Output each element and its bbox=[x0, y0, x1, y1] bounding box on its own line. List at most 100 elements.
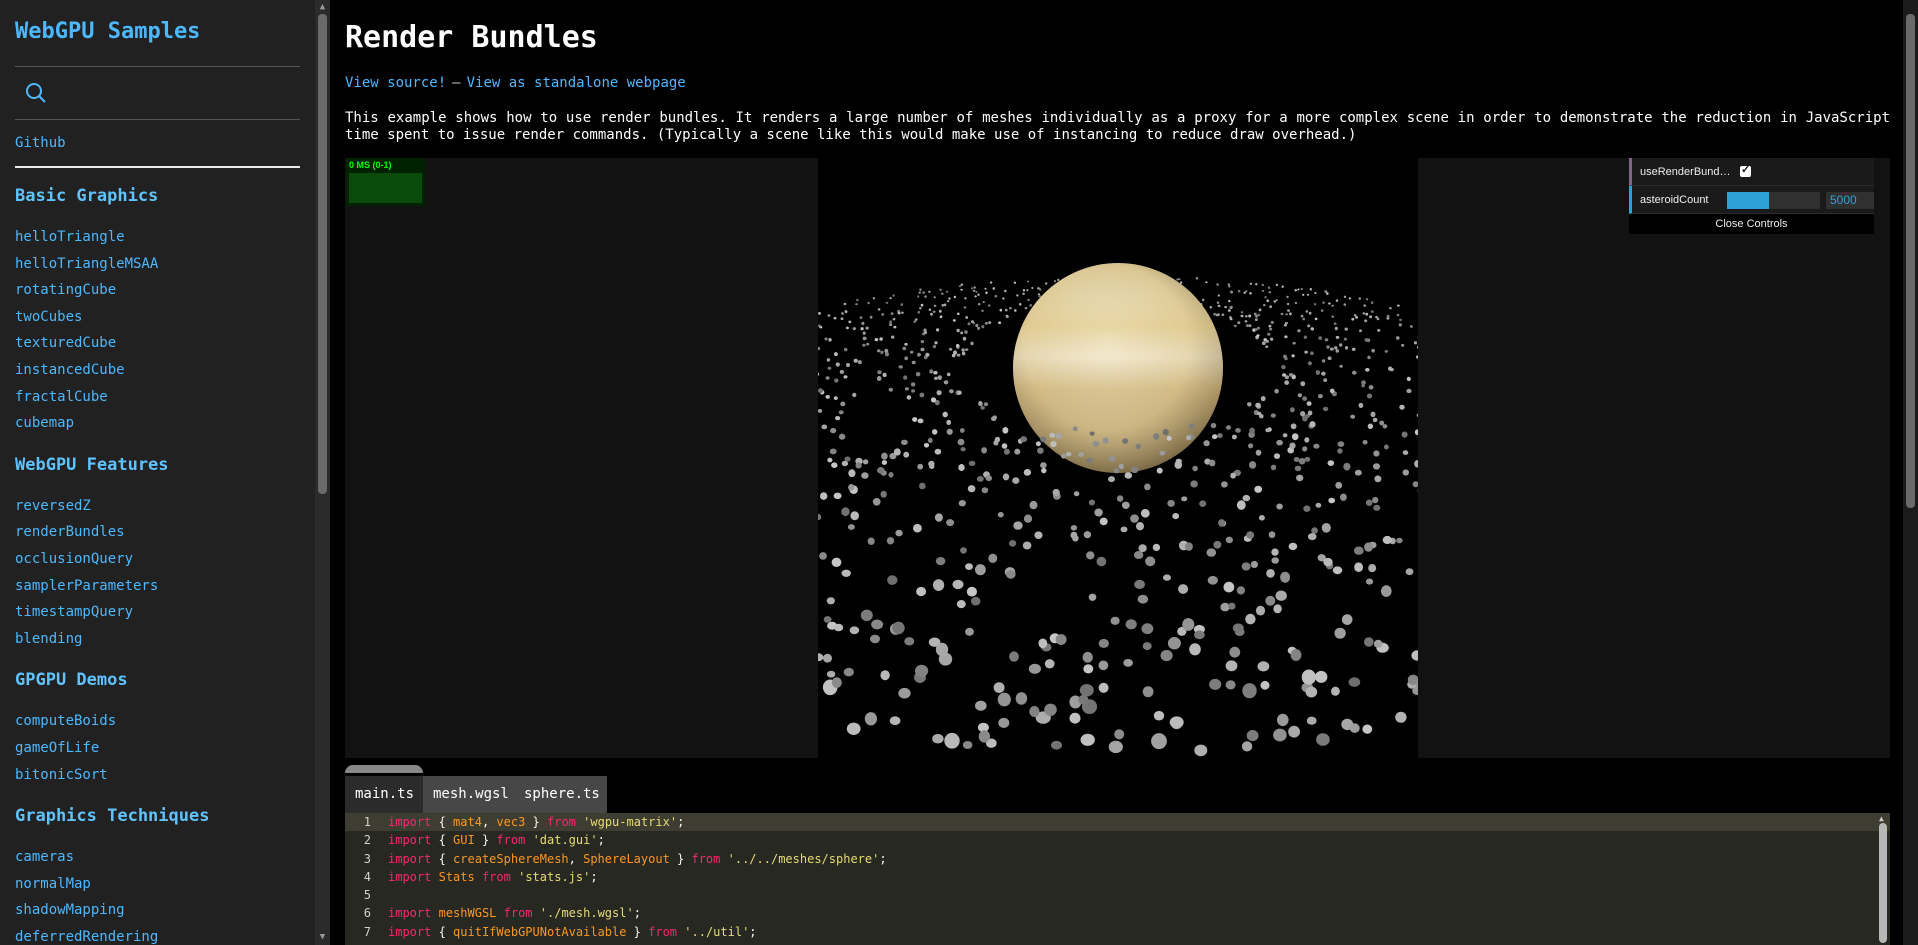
asteroid bbox=[1289, 442, 1296, 449]
use-render-bundles-checkbox[interactable] bbox=[1740, 163, 1751, 177]
code-token: Stats bbox=[438, 869, 475, 884]
sidebar-item-samplerParameters[interactable]: samplerParameters bbox=[15, 573, 300, 600]
asteroid bbox=[961, 351, 966, 356]
sidebar-item-texturedCube[interactable]: texturedCube bbox=[15, 330, 300, 357]
tab-mesh-wgsl[interactable]: mesh.wgsl bbox=[423, 776, 514, 813]
asteroid bbox=[1324, 290, 1327, 293]
asteroid bbox=[1334, 346, 1338, 350]
asteroid bbox=[1236, 586, 1245, 595]
asteroid-count-input[interactable]: 5000 bbox=[1826, 192, 1874, 209]
asteroid bbox=[861, 472, 869, 479]
asteroid bbox=[1373, 450, 1380, 457]
sidebar-item-shadowMapping[interactable]: shadowMapping bbox=[15, 897, 300, 924]
sidebar-item-gameOfLife[interactable]: gameOfLife bbox=[15, 735, 300, 762]
asteroid bbox=[824, 337, 828, 341]
asteroid bbox=[932, 344, 937, 349]
view-standalone-link[interactable]: View as standalone webpage bbox=[467, 75, 686, 91]
asteroid-count-slider[interactable] bbox=[1727, 192, 1820, 209]
asteroid bbox=[1413, 341, 1418, 345]
asteroid bbox=[1260, 396, 1266, 402]
scroll-up-icon[interactable]: ▲ bbox=[318, 3, 327, 12]
sidebar-item-helloTriangle[interactable]: helloTriangle bbox=[15, 224, 300, 251]
asteroid bbox=[1039, 288, 1042, 291]
asteroid bbox=[1283, 354, 1287, 359]
code-token: } bbox=[626, 924, 649, 939]
stats-panel[interactable]: 0 MS (0-1) bbox=[346, 158, 425, 206]
sidebar-item-computeBoids[interactable]: computeBoids bbox=[15, 708, 300, 735]
sidebar-item-instancedCube[interactable]: instancedCube bbox=[15, 357, 300, 384]
asteroid bbox=[1291, 433, 1299, 441]
asteroid bbox=[1414, 429, 1418, 436]
asteroid bbox=[1310, 351, 1314, 355]
asteroid bbox=[891, 335, 895, 339]
sidebar-item-helloTriangleMSAA[interactable]: helloTriangleMSAA bbox=[15, 251, 300, 278]
asteroid bbox=[1003, 448, 1010, 455]
sidebar-item-bitonicSort[interactable]: bitonicSort bbox=[15, 762, 300, 789]
close-controls-button[interactable]: Close Controls bbox=[1629, 214, 1874, 234]
asteroid bbox=[1182, 618, 1195, 631]
asteroid bbox=[1167, 637, 1181, 650]
webgpu-canvas[interactable] bbox=[818, 158, 1418, 758]
sidebar-item-reversedZ[interactable]: reversedZ bbox=[15, 493, 300, 520]
asteroid bbox=[1088, 593, 1097, 601]
site-title[interactable]: WebGPU Samples bbox=[15, 19, 300, 49]
sidebar-item-blending[interactable]: blending bbox=[15, 626, 300, 653]
asteroid bbox=[985, 291, 988, 295]
asteroid bbox=[844, 456, 851, 462]
tab-main-ts[interactable]: main.ts bbox=[345, 776, 423, 813]
scroll-down-icon[interactable]: ▼ bbox=[318, 933, 327, 942]
code-line: 5 bbox=[345, 886, 1890, 904]
asteroid bbox=[1229, 316, 1232, 319]
asteroid bbox=[1228, 285, 1231, 288]
asteroid bbox=[1307, 361, 1312, 366]
asteroid bbox=[1213, 312, 1217, 316]
sidebar-item-fractalCube[interactable]: fractalCube bbox=[15, 384, 300, 411]
sidebar-item-occlusionQuery[interactable]: occlusionQuery bbox=[15, 546, 300, 573]
sidebar-item-timestampQuery[interactable]: timestampQuery bbox=[15, 599, 300, 626]
asteroid bbox=[930, 397, 937, 403]
asteroid bbox=[1307, 324, 1311, 328]
asteroid bbox=[956, 328, 960, 333]
sidebar-item-deferredRendering[interactable]: deferredRendering bbox=[15, 924, 300, 945]
asteroid bbox=[1327, 356, 1332, 360]
sidebar-item-cubemap[interactable]: cubemap bbox=[15, 410, 300, 437]
section-title: Graphics Techniques bbox=[15, 806, 210, 827]
asteroid bbox=[1248, 443, 1254, 449]
code-scrollbar-thumb[interactable] bbox=[1879, 823, 1887, 943]
code-token: 'dat.gui' bbox=[532, 833, 598, 848]
asteroid bbox=[1079, 684, 1094, 697]
asteroid bbox=[1247, 402, 1252, 407]
asteroid bbox=[1096, 556, 1107, 567]
code-token: import bbox=[388, 906, 432, 921]
asteroid bbox=[1002, 297, 1005, 300]
sidebar-item-normalMap[interactable]: normalMap bbox=[15, 871, 300, 898]
asteroid bbox=[1167, 499, 1175, 507]
sidebar-scrollbar-thumb[interactable] bbox=[318, 14, 327, 494]
sidebar-item-rotatingCube[interactable]: rotatingCube bbox=[15, 277, 300, 304]
page-scrollbar-thumb[interactable] bbox=[1906, 14, 1915, 508]
asteroid bbox=[1362, 312, 1366, 315]
view-source-link[interactable]: View source! bbox=[345, 75, 446, 91]
search-box[interactable] bbox=[15, 67, 300, 119]
asteroid bbox=[889, 297, 892, 300]
sidebar-item-cameras[interactable]: cameras bbox=[15, 844, 300, 871]
asteroid bbox=[960, 288, 963, 291]
asteroid bbox=[1401, 431, 1408, 438]
code-editor[interactable]: 1 import { mat4, vec3 } from 'wgpu-matrix… bbox=[345, 813, 1890, 945]
asteroid bbox=[835, 362, 840, 367]
sidebar-item-renderBundles[interactable]: renderBundles bbox=[15, 519, 300, 546]
asteroid bbox=[885, 301, 889, 304]
sidebar-item-twoCubes[interactable]: twoCubes bbox=[15, 304, 300, 331]
tab-sphere-ts[interactable]: sphere.ts bbox=[514, 776, 607, 813]
github-link[interactable]: Github bbox=[15, 120, 300, 166]
asteroid bbox=[1256, 334, 1260, 337]
asteroid bbox=[989, 281, 993, 284]
asteroid bbox=[1280, 312, 1284, 316]
asteroid bbox=[1244, 315, 1248, 318]
use-render-bundles-row[interactable]: useRenderBund… bbox=[1629, 158, 1874, 186]
search-icon[interactable] bbox=[25, 82, 47, 104]
code-token: vec3 bbox=[496, 815, 526, 829]
scroll-up-icon[interactable]: ▲ bbox=[1879, 815, 1887, 823]
asteroid bbox=[1053, 280, 1057, 283]
